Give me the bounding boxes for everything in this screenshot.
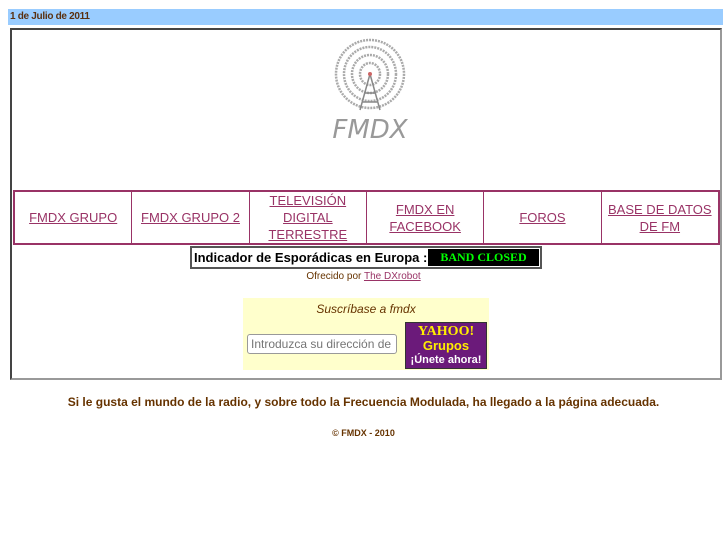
email-input[interactable] <box>247 334 397 354</box>
yahoo-join-button[interactable]: YAHOO! Grupos ¡Únete ahora! <box>405 322 487 369</box>
yahoo-join-text: ¡Únete ahora! <box>410 354 482 366</box>
nav-foros[interactable]: FOROS <box>484 192 602 243</box>
band-status: BAND CLOSED <box>428 249 539 266</box>
yahoo-logo: YAHOO! <box>417 324 475 339</box>
subscribe-box: Suscríbase a fmdx YAHOO! Grupos ¡Únete a… <box>243 298 489 370</box>
indicator-label: Indicador de Esporádicas en Europa : <box>194 250 428 265</box>
subscribe-title: Suscríbase a fmdx <box>316 302 416 316</box>
dxrobot-link[interactable]: The DXrobot <box>364 271 421 282</box>
nav-fmdx-grupo[interactable]: FMDX GRUPO <box>15 192 133 243</box>
tagline: Si le gusta el mundo de la radio, y sobr… <box>67 395 660 409</box>
offered-prefix: Ofrecido por <box>306 271 362 282</box>
nav-facebook[interactable]: FMDX EN FACEBOOK <box>367 192 485 243</box>
es-indicator: Indicador de Esporádicas en Europa : BAN… <box>190 246 542 269</box>
nav-bar: FMDX GRUPO FMDX GRUPO 2 TELEVISIÓN DIGIT… <box>13 190 720 245</box>
nav-tdt[interactable]: TELEVISIÓN DIGITAL TERRESTRE <box>250 192 367 243</box>
svg-text:FMDX: FMDX <box>332 115 408 143</box>
offered-by: Ofrecido por The DXrobot <box>0 271 727 282</box>
copyright: © FMDX - 2010 <box>332 428 395 438</box>
yahoo-grupos: Grupos <box>422 338 470 353</box>
date-bar: 1 de Julio de 2011 <box>8 9 723 25</box>
nav-fmdx-grupo-2[interactable]: FMDX GRUPO 2 <box>132 192 250 243</box>
fmdx-logo: FMDX <box>332 38 409 143</box>
nav-base-datos[interactable]: BASE DE DATOS DE FM <box>602 192 718 243</box>
